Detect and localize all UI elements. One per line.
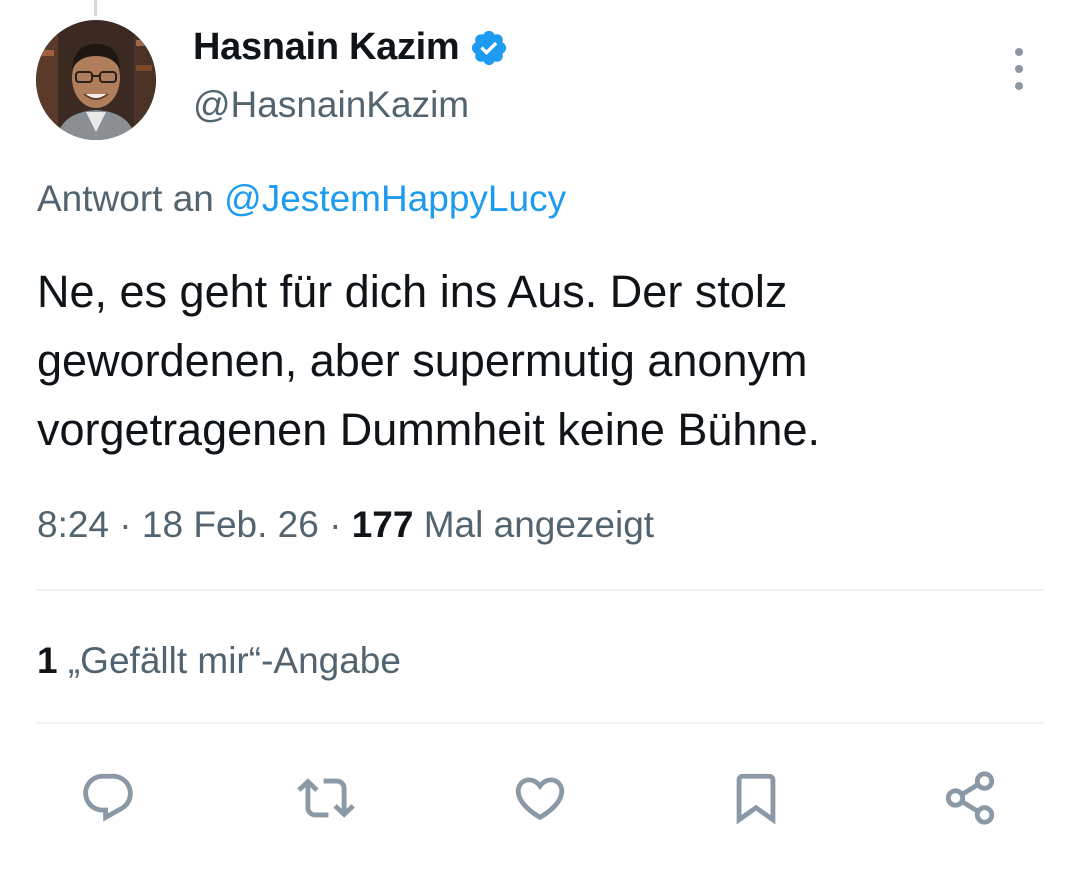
reply-to-line: Antwort an @JestemHappyLucy (37, 178, 566, 220)
likes-count: 1 (37, 640, 58, 681)
divider (36, 722, 1044, 724)
divider (36, 589, 1044, 591)
share-icon (945, 771, 995, 825)
tweet-time[interactable]: 8:24 (37, 504, 109, 545)
tweet-text-line: gewordenen, aber supermutig anonym (37, 335, 808, 386)
likes-label: „Gefällt mir“-Angabe (57, 640, 401, 681)
likes-summary[interactable]: 1 „Gefällt mir“-Angabe (37, 640, 401, 682)
author-display-name[interactable]: Hasnain Kazim (193, 26, 460, 69)
more-dot (1015, 48, 1023, 56)
reply-to-prefix: Antwort an (37, 178, 214, 219)
verified-badge-icon (469, 28, 509, 68)
meta-separator: · (109, 504, 142, 545)
share-button[interactable] (938, 766, 1002, 830)
tweet-text: Ne, es geht für dich ins Aus. Der stolz … (37, 257, 1047, 464)
retweet-icon (297, 778, 355, 818)
meta-separator: · (318, 504, 352, 545)
tweet-text-line: Ne, es geht für dich ins Aus. Der stolz (37, 266, 788, 317)
bookmark-button[interactable] (724, 766, 788, 830)
reply-to-mention-link[interactable]: @JestemHappyLucy (224, 178, 566, 219)
views-count: 177 (351, 504, 414, 545)
heart-icon (515, 777, 565, 821)
more-dot (1015, 65, 1023, 73)
avatar[interactable] (36, 20, 156, 140)
more-options-icon[interactable] (1008, 48, 1030, 90)
author-name-row: Hasnain Kazim (193, 26, 509, 69)
like-button[interactable] (508, 766, 572, 830)
author-handle[interactable]: @HasnainKazim (193, 84, 469, 126)
thread-connector-line (94, 0, 97, 16)
bookmark-icon (736, 773, 776, 825)
reply-button[interactable] (76, 766, 140, 830)
tweet-text-line: vorgetragenen Dummheit keine Bühne. (37, 404, 820, 455)
views-label: Mal angezeigt (413, 504, 655, 545)
tweet-date[interactable]: 18 Feb. 26 (142, 504, 319, 545)
retweet-button[interactable] (294, 766, 358, 830)
more-dot (1015, 82, 1023, 90)
tweet-metadata: 8:24 · 18 Feb. 26 · 177 Mal angezeigt (37, 504, 654, 546)
reply-icon (83, 773, 133, 822)
